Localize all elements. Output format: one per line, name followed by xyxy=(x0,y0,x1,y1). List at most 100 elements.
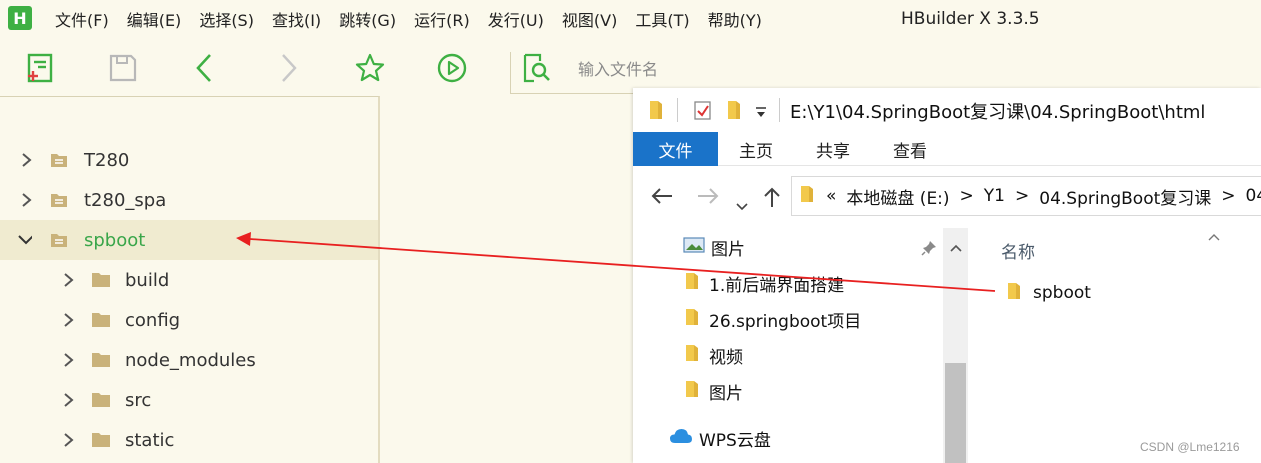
favorite-star-icon[interactable] xyxy=(350,48,390,88)
chevron-right-icon[interactable] xyxy=(62,353,76,367)
nav-item-label: 图片 xyxy=(711,239,745,260)
menu-run[interactable]: 运行(R) xyxy=(414,7,470,31)
new-file-icon[interactable] xyxy=(20,48,60,88)
tree-item-label: src xyxy=(125,389,152,411)
nav-item-label: 1.前后端界面搭建 xyxy=(709,275,845,296)
address-bar[interactable]: « 本地磁盘 (E:) > Y1 > 04.SpringBoot复习课 > 04 xyxy=(791,176,1261,216)
folder-icon xyxy=(91,431,111,448)
file-list: 名称 spboot xyxy=(971,228,1261,463)
chevron-right-icon[interactable] xyxy=(20,153,34,167)
nav-item-wps-cloud[interactable]: WPS云盘 xyxy=(669,423,771,453)
nav-item-label: WPS云盘 xyxy=(699,430,771,451)
nav-pane-scrollbar[interactable] xyxy=(943,228,968,463)
tree-item-label: T280 xyxy=(84,149,130,171)
new-folder-icon[interactable] xyxy=(726,100,742,124)
project-icon xyxy=(50,152,68,168)
forward-arrow-icon[interactable] xyxy=(697,186,719,210)
up-arrow-icon[interactable] xyxy=(763,186,781,213)
menu-publish[interactable]: 发行(U) xyxy=(488,7,544,31)
nav-item-folder[interactable]: 26.springboot项目 xyxy=(685,304,861,334)
back-arrow-icon[interactable] xyxy=(651,186,673,210)
forward-icon[interactable] xyxy=(268,48,308,88)
tree-item-config[interactable]: config xyxy=(0,300,378,340)
file-row-spboot[interactable]: spboot xyxy=(1001,280,1091,306)
tree-item-build[interactable]: build xyxy=(0,260,378,300)
tree-item-label: node_modules xyxy=(125,349,256,371)
file-search-input[interactable] xyxy=(578,56,778,82)
ribbon-tab-file[interactable]: 文件 xyxy=(633,132,718,166)
chevron-right-icon[interactable] xyxy=(62,313,76,327)
folder-icon xyxy=(685,344,699,367)
address-crumb-y1[interactable]: Y1 xyxy=(984,186,1005,206)
pin-icon[interactable] xyxy=(921,240,937,260)
folder-icon xyxy=(685,272,699,295)
folder-icon xyxy=(648,100,664,124)
project-tree: T280 t280_spa spboot build config node_m… xyxy=(0,96,380,463)
tree-item-label: config xyxy=(125,309,181,331)
run-icon[interactable] xyxy=(432,48,472,88)
chevron-right-icon[interactable] xyxy=(20,193,34,207)
sort-chevron-up-icon[interactable] xyxy=(1208,226,1220,245)
menu-goto[interactable]: 跳转(G) xyxy=(339,7,396,31)
ribbon-tab-share[interactable]: 共享 xyxy=(798,132,868,166)
folder-icon xyxy=(685,308,699,331)
folder-icon xyxy=(685,380,699,403)
ribbon-tabs: 文件 主页 共享 查看 xyxy=(633,132,1261,166)
recent-locations-chevron-icon[interactable] xyxy=(736,192,748,216)
folder-icon xyxy=(91,311,111,328)
window-title: HBuilder X 3.3.5 xyxy=(901,9,1040,29)
scrollbar-thumb[interactable] xyxy=(945,363,966,463)
address-separator[interactable]: > xyxy=(1221,186,1235,206)
properties-icon[interactable] xyxy=(693,99,713,125)
nav-item-folder[interactable]: 视频 xyxy=(685,340,743,370)
tree-item-node-modules[interactable]: node_modules xyxy=(0,340,378,380)
address-crumb-drive[interactable]: 本地磁盘 (E:) xyxy=(846,184,949,209)
menu-help[interactable]: 帮助(Y) xyxy=(708,7,762,31)
divider xyxy=(779,98,780,122)
ribbon-tab-home[interactable]: 主页 xyxy=(721,132,791,166)
ribbon-tab-view[interactable]: 查看 xyxy=(875,132,945,166)
menu-items: 文件(F) 编辑(E) 选择(S) 查找(I) 跳转(G) 运行(R) 发行(U… xyxy=(55,0,780,38)
tree-item-spboot[interactable]: spboot xyxy=(0,220,378,260)
nav-item-folder[interactable]: 图片 xyxy=(685,376,743,406)
address-crumb-04[interactable]: 04 xyxy=(1246,186,1261,206)
tree-item-static[interactable]: static xyxy=(0,420,378,460)
column-header-name[interactable]: 名称 xyxy=(1001,238,1035,263)
chevron-right-icon[interactable] xyxy=(62,273,76,287)
chevron-right-icon[interactable] xyxy=(62,433,76,447)
scroll-up-icon[interactable] xyxy=(950,237,962,256)
address-overflow[interactable]: « xyxy=(826,186,836,206)
project-icon xyxy=(50,232,68,248)
pictures-icon xyxy=(683,236,705,258)
folder-icon xyxy=(91,351,111,368)
address-crumb-springboot-course[interactable]: 04.SpringBoot复习课 xyxy=(1039,184,1211,209)
tree-item-t280-spa[interactable]: t280_spa xyxy=(0,180,378,220)
menu-file[interactable]: 文件(F) xyxy=(55,7,109,31)
quick-access-dropdown-icon[interactable] xyxy=(755,104,767,123)
menu-select[interactable]: 选择(S) xyxy=(199,7,254,31)
nav-item-pictures[interactable]: 图片 xyxy=(683,232,745,262)
tree-item-t280[interactable]: T280 xyxy=(0,140,378,180)
menu-view[interactable]: 视图(V) xyxy=(562,7,617,31)
file-explorer-window: E:\Y1\04.SpringBoot复习课\04.SpringBoot\htm… xyxy=(633,88,1261,463)
folder-icon xyxy=(91,271,111,288)
cloud-icon xyxy=(669,428,693,449)
address-separator[interactable]: > xyxy=(960,186,974,206)
explorer-title-path: E:\Y1\04.SpringBoot复习课\04.SpringBoot\htm… xyxy=(790,102,1206,123)
menu-tools[interactable]: 工具(T) xyxy=(635,7,689,31)
menu-edit[interactable]: 编辑(E) xyxy=(127,7,182,31)
divider xyxy=(677,98,678,122)
back-icon[interactable] xyxy=(185,48,225,88)
chevron-right-icon[interactable] xyxy=(62,393,76,407)
save-icon[interactable] xyxy=(103,48,143,88)
address-separator[interactable]: > xyxy=(1015,186,1029,206)
nav-item-label: 26.springboot项目 xyxy=(709,311,862,332)
menu-bar: H 文件(F) 编辑(E) 选择(S) 查找(I) 跳转(G) 运行(R) 发行… xyxy=(0,0,1261,38)
tree-item-label: static xyxy=(125,429,175,451)
menu-find[interactable]: 查找(I) xyxy=(272,7,321,31)
tree-item-src[interactable]: src xyxy=(0,380,378,420)
file-name: spboot xyxy=(1033,283,1091,303)
chevron-down-icon[interactable] xyxy=(18,233,32,247)
nav-item-folder[interactable]: 1.前后端界面搭建 xyxy=(685,268,844,298)
nav-item-label: 图片 xyxy=(709,383,743,404)
